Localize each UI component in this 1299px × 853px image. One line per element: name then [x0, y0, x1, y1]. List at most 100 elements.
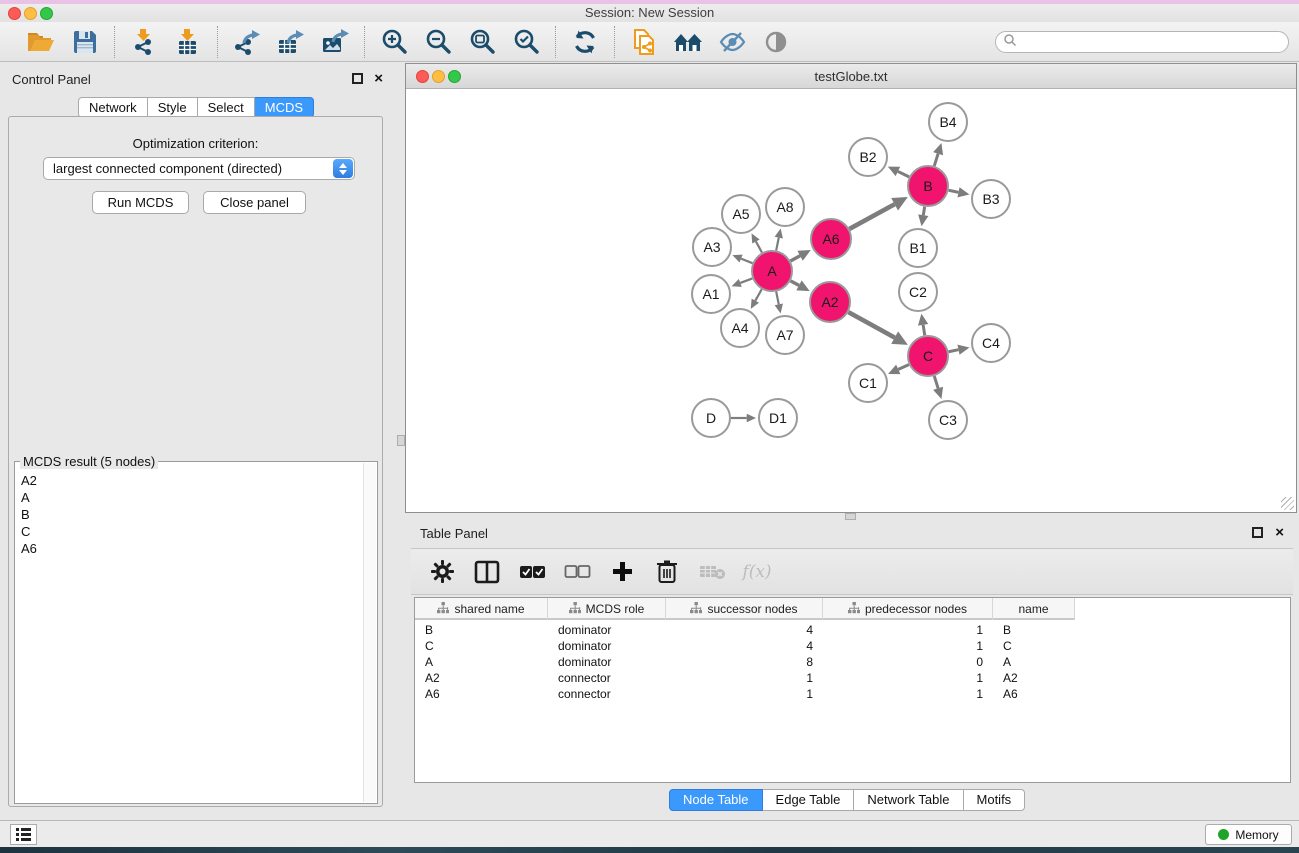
table-cell[interactable]: A — [993, 654, 1075, 670]
task-history-button[interactable] — [10, 824, 37, 845]
tab-network[interactable]: Network — [78, 97, 148, 118]
tab-mcds[interactable]: MCDS — [255, 97, 314, 118]
export-image-icon[interactable] — [320, 27, 350, 57]
table-cell[interactable]: 1 — [666, 670, 823, 686]
float-panel-icon[interactable] — [352, 73, 363, 84]
show-details-icon[interactable] — [761, 27, 791, 57]
duplicate-network-icon[interactable] — [629, 27, 659, 57]
network-window-title-bar[interactable]: testGlobe.txt — [406, 64, 1296, 89]
window-resize-grip[interactable] — [1281, 497, 1294, 510]
table-cell[interactable]: B — [993, 622, 1075, 638]
edge-C-C1[interactable] — [898, 365, 909, 370]
home-icon[interactable] — [673, 27, 703, 57]
edge-A-A5[interactable] — [756, 241, 762, 252]
edge-A-A6[interactable] — [790, 256, 800, 261]
column-header-name[interactable]: name — [993, 598, 1075, 620]
settings-icon[interactable] — [428, 558, 456, 586]
table-cell[interactable]: 4 — [666, 622, 823, 638]
table-cell[interactable]: B — [415, 622, 548, 638]
import-table-icon[interactable] — [173, 27, 203, 57]
table-cell[interactable]: connector — [548, 670, 666, 686]
edge-A-A3[interactable] — [741, 259, 752, 264]
table-cell[interactable]: A2 — [993, 670, 1075, 686]
table-row[interactable]: Bdominator41B — [415, 622, 1075, 638]
column-header-MCDS-role[interactable]: MCDS role — [548, 598, 666, 620]
export-table-icon[interactable] — [276, 27, 306, 57]
save-session-icon[interactable] — [70, 27, 100, 57]
edge-A-A1[interactable] — [740, 278, 752, 283]
table-float-icon[interactable] — [1252, 527, 1263, 538]
search-input[interactable] — [995, 31, 1289, 53]
table-cell[interactable]: 1 — [666, 686, 823, 702]
run-mcds-button[interactable]: Run MCDS — [92, 191, 189, 214]
memory-button[interactable]: Memory — [1205, 824, 1292, 845]
hide-details-icon[interactable] — [717, 27, 747, 57]
zoom-fit-icon[interactable] — [467, 27, 497, 57]
table-close-icon[interactable]: × — [1275, 524, 1284, 541]
criterion-dropdown[interactable]: largest connected component (directed) — [43, 157, 355, 180]
delete-column-icon[interactable] — [653, 558, 681, 586]
table-cell[interactable]: 1 — [823, 670, 993, 686]
result-scrollbar[interactable] — [363, 463, 376, 802]
tab-node-table[interactable]: Node Table — [669, 789, 763, 811]
column-header-predecessor-nodes[interactable]: predecessor nodes — [823, 598, 993, 620]
edge-C-C2[interactable] — [923, 325, 925, 335]
horizontal-splitter-handle[interactable] — [845, 513, 856, 520]
result-item[interactable]: C — [21, 523, 363, 540]
edge-C-C4[interactable] — [949, 350, 959, 352]
split-view-icon[interactable] — [473, 558, 501, 586]
vertical-splitter-handle[interactable] — [397, 435, 405, 446]
zoom-out-icon[interactable] — [423, 27, 453, 57]
table-cell[interactable]: 0 — [823, 654, 993, 670]
table-cell[interactable]: 1 — [823, 686, 993, 702]
edge-A-A7[interactable] — [776, 292, 779, 305]
table-cell[interactable]: dominator — [548, 622, 666, 638]
column-header-successor-nodes[interactable]: successor nodes — [666, 598, 823, 620]
select-all-icon[interactable] — [518, 558, 546, 586]
edge-C-C3[interactable] — [934, 376, 938, 388]
node-table[interactable]: shared nameMCDS rolesuccessor nodesprede… — [414, 597, 1291, 783]
table-cell[interactable]: connector — [548, 686, 666, 702]
network-graph[interactable]: B4B2BB3A8A5A6A3B1AC2A1A2A4A7C4CC1DD1C3 — [406, 89, 1296, 512]
add-column-icon[interactable] — [608, 558, 636, 586]
edge-A-A4[interactable] — [755, 289, 761, 300]
table-cell[interactable]: C — [993, 638, 1075, 654]
edge-B-B3[interactable] — [949, 190, 959, 192]
table-cell[interactable]: A — [415, 654, 548, 670]
zoom-selected-icon[interactable] — [511, 27, 541, 57]
table-row[interactable]: Cdominator41C — [415, 638, 1075, 654]
tab-network-table[interactable]: Network Table — [854, 789, 963, 811]
close-panel-button[interactable]: Close panel — [203, 191, 306, 214]
table-cell[interactable]: A6 — [993, 686, 1075, 702]
edge-B-B4[interactable] — [934, 154, 938, 166]
result-item[interactable]: A2 — [21, 472, 363, 489]
edge-A-A8[interactable] — [776, 238, 779, 251]
table-cell[interactable]: A2 — [415, 670, 548, 686]
edge-A2-C[interactable] — [848, 312, 894, 338]
tab-edge-table[interactable]: Edge Table — [763, 789, 855, 811]
result-item[interactable]: B — [21, 506, 363, 523]
refresh-layout-icon[interactable] — [570, 27, 600, 57]
table-row[interactable]: A6connector11A6 — [415, 686, 1075, 702]
deselect-all-icon[interactable] — [563, 558, 591, 586]
table-cell[interactable]: 4 — [666, 638, 823, 654]
tab-style[interactable]: Style — [148, 97, 198, 118]
export-network-icon[interactable] — [232, 27, 262, 57]
import-network-icon[interactable] — [129, 27, 159, 57]
result-item[interactable]: A — [21, 489, 363, 506]
edge-B-B2[interactable] — [898, 171, 909, 176]
mcds-result-list[interactable]: A2ABCA6 — [16, 468, 363, 802]
table-row[interactable]: A2connector11A2 — [415, 670, 1075, 686]
result-item[interactable]: A6 — [21, 540, 363, 557]
tab-motifs[interactable]: Motifs — [964, 789, 1026, 811]
table-cell[interactable]: A6 — [415, 686, 548, 702]
table-cell[interactable]: 8 — [666, 654, 823, 670]
table-cell[interactable]: dominator — [548, 638, 666, 654]
column-header-shared-name[interactable]: shared name — [415, 598, 548, 620]
table-row[interactable]: Adominator80A — [415, 654, 1075, 670]
table-cell[interactable]: 1 — [823, 622, 993, 638]
tab-select[interactable]: Select — [198, 97, 255, 118]
network-canvas[interactable]: B4B2BB3A8A5A6A3B1AC2A1A2A4A7C4CC1DD1C3 — [406, 89, 1296, 512]
table-cell[interactable]: 1 — [823, 638, 993, 654]
edge-B-B1[interactable] — [923, 207, 924, 215]
